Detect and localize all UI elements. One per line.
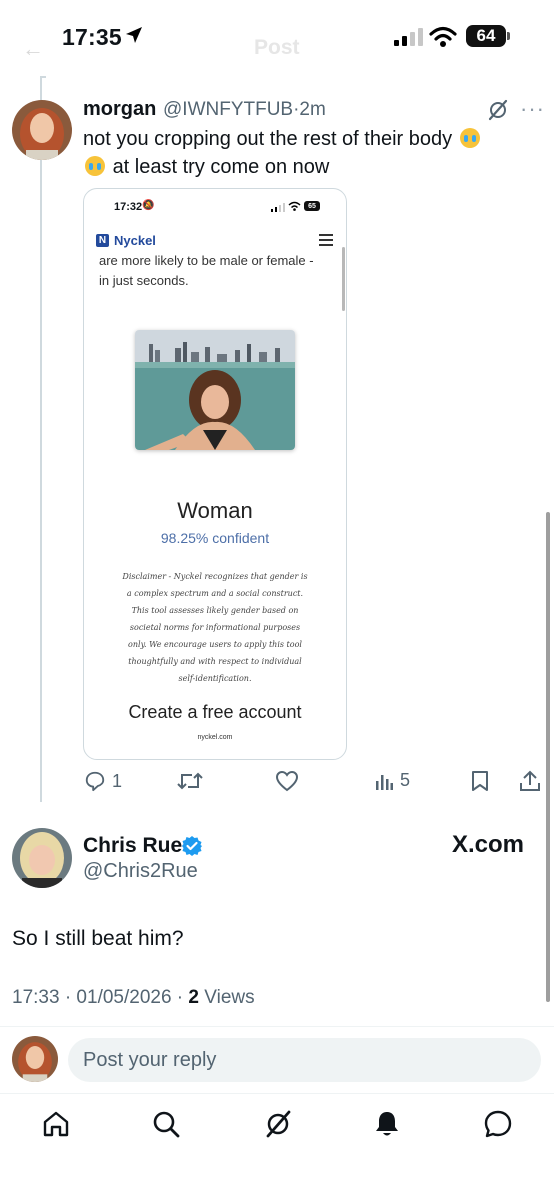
more-icon[interactable]: ··· xyxy=(520,96,545,122)
intro-line-1: are more likely to be male or female - xyxy=(99,253,314,268)
battery-nub xyxy=(507,32,510,40)
bookmark-button[interactable] xyxy=(471,770,489,792)
tab-home[interactable] xyxy=(38,1106,74,1142)
confidence-label: 98.25% confident xyxy=(160,530,270,546)
timestamp-date: 17:33 · 01/05/2026 · xyxy=(12,987,189,1008)
author-handle[interactable]: @IWNFYTFUB·2m xyxy=(163,99,326,121)
home-icon xyxy=(43,1111,69,1137)
battery-icon: 64 xyxy=(466,25,506,47)
author-name[interactable]: morgan xyxy=(83,98,156,121)
tweet-text-line2: at least try come on now xyxy=(112,156,330,178)
create-account-link: Create a free account xyxy=(128,702,302,722)
page-header-faded: Post xyxy=(254,36,300,59)
reply-input[interactable]: Post your reply xyxy=(68,1038,541,1082)
nyckel-brand: Nyckel xyxy=(114,233,156,248)
crying-emoji-icon xyxy=(459,128,480,148)
grok-icon[interactable] xyxy=(486,98,510,122)
attached-image[interactable]: 17:32 🔕 65 N Nyckel are more likely to b… xyxy=(83,188,347,760)
search-icon xyxy=(153,1111,180,1138)
reply-count: 1 xyxy=(112,770,123,791)
author-name[interactable]: Chris Rue xyxy=(83,834,182,858)
views-label: Views xyxy=(199,987,255,1008)
embedded-scrollbar xyxy=(342,247,345,311)
share-button[interactable] xyxy=(519,770,541,792)
tab-grok[interactable] xyxy=(260,1106,296,1142)
views-count: 2 xyxy=(188,987,199,1008)
divider xyxy=(0,1026,554,1027)
messages-icon xyxy=(484,1110,512,1138)
embedded-status-time: 17:32 xyxy=(114,201,143,213)
embedded-signal-icon xyxy=(271,203,285,212)
share-icon xyxy=(520,770,540,791)
retweet-icon xyxy=(177,772,203,790)
bookmark-icon xyxy=(472,771,488,791)
embedded-wifi-icon xyxy=(288,201,301,211)
wifi-icon xyxy=(429,26,457,47)
tab-messages[interactable] xyxy=(480,1106,516,1142)
location-arrow-icon xyxy=(126,27,142,43)
embedded-battery-icon: 65 xyxy=(304,201,320,211)
grok-tab-icon xyxy=(266,1110,291,1138)
result-label: Woman xyxy=(177,498,253,523)
avatar[interactable] xyxy=(12,828,72,888)
page-scrollbar[interactable] xyxy=(546,512,550,1002)
nyckel-logo-icon: N xyxy=(96,234,109,247)
reply-button[interactable]: 1 xyxy=(84,770,122,792)
intro-text: are more likely to be male or female - i… xyxy=(99,251,339,291)
silent-bell-icon: 🔕 xyxy=(142,200,155,211)
divider xyxy=(0,1093,554,1094)
reply-icon xyxy=(85,771,105,792)
views-button[interactable]: 5 xyxy=(374,770,410,791)
tweet-text-line1: not you cropping out the rest of their b… xyxy=(83,128,453,150)
tab-notifications[interactable] xyxy=(369,1106,405,1142)
embedded-footer-url: nyckel.com xyxy=(197,734,233,741)
like-icon xyxy=(275,770,299,792)
crying-emoji-icon xyxy=(85,156,105,176)
intro-line-2: in just seconds. xyxy=(99,273,189,288)
views-count: 5 xyxy=(400,770,411,790)
tweet-text: not you cropping out the rest of their b… xyxy=(83,125,523,181)
thread-line-tick xyxy=(40,76,46,78)
tweet-text: So I still beat him? xyxy=(12,927,184,950)
tweet-timestamp: 17:33 · 01/05/2026 · 2 Views xyxy=(12,987,255,1009)
verified-badge-icon xyxy=(182,836,202,856)
thread-line xyxy=(40,76,42,802)
notifications-icon xyxy=(376,1112,398,1136)
retweet-button[interactable] xyxy=(177,770,203,792)
xcom-watermark: X.com xyxy=(452,831,525,858)
author-handle[interactable]: @Chris2Rue xyxy=(83,860,198,883)
like-button[interactable] xyxy=(275,770,299,792)
back-arrow-icon[interactable]: ← xyxy=(22,36,44,62)
uploaded-photo xyxy=(135,330,295,450)
tab-search[interactable] xyxy=(148,1106,184,1142)
avatar xyxy=(12,1036,58,1082)
avatar[interactable] xyxy=(12,100,72,160)
hamburger-menu-icon xyxy=(319,234,333,249)
views-icon xyxy=(376,774,393,790)
disclaimer-text: Disclaimer - Nyckel recognizes that gend… xyxy=(122,572,308,683)
status-time: 17:35 xyxy=(62,24,122,50)
signal-icon xyxy=(394,28,423,46)
